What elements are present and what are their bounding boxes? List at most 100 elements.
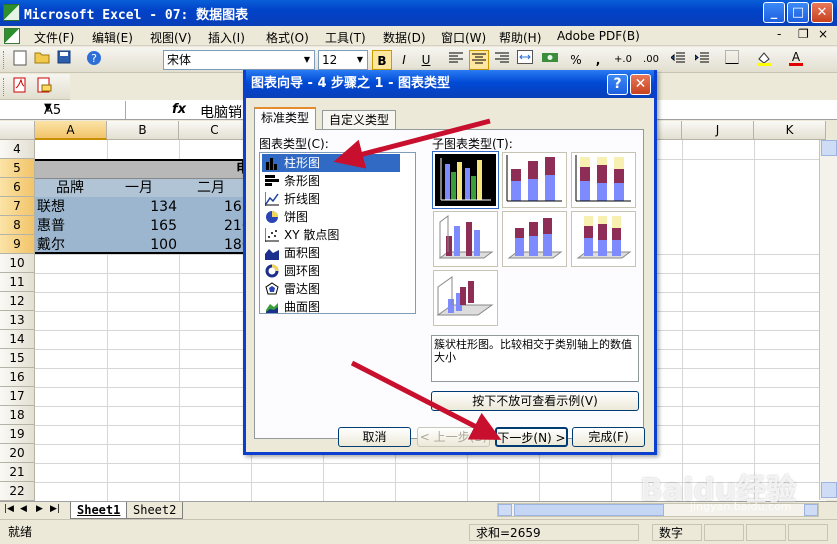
list-scrollbar[interactable]: ▲ ▼ [415, 154, 416, 312]
row-header[interactable]: 12 [0, 292, 35, 311]
font-name-select[interactable]: 宋体 ▼ [163, 50, 315, 70]
doc-close-button[interactable]: × [818, 27, 828, 41]
font-color-icon[interactable]: A [786, 50, 806, 70]
next-button[interactable]: 下一步(N) > [495, 427, 568, 447]
menu-adobe-pdf[interactable]: Adobe PDF(B) [557, 29, 640, 43]
cell-a9[interactable]: 戴尔 [37, 236, 105, 254]
list-item-column[interactable]: 柱形图 [262, 154, 400, 172]
cell-a6[interactable]: 品牌 [56, 179, 106, 197]
row-header[interactable]: 21 [0, 463, 35, 482]
currency-icon[interactable] [540, 50, 560, 70]
decrease-decimal-button[interactable]: .00 [638, 50, 664, 70]
pdf-email-icon[interactable] [34, 77, 54, 97]
row-header[interactable]: 4 [0, 140, 35, 159]
subtype-clustered-column[interactable] [432, 151, 499, 209]
subtype-stacked-column[interactable] [502, 152, 567, 208]
tab-custom-types[interactable]: 自定义类型 [322, 110, 397, 129]
column-header-c[interactable]: C [179, 121, 251, 140]
chevron-down-icon[interactable]: ▼ [300, 51, 314, 69]
list-item-line[interactable]: 折线图 [262, 190, 400, 208]
convert-to-pdf-icon[interactable] [10, 77, 30, 97]
column-header-b[interactable]: B [107, 121, 179, 140]
cancel-button[interactable]: 取消 [338, 427, 411, 447]
workbook-icon[interactable] [4, 28, 20, 44]
row-header[interactable]: 11 [0, 273, 35, 292]
scroll-down-icon[interactable] [821, 482, 837, 498]
fill-color-icon[interactable] [754, 50, 774, 70]
merge-center-icon[interactable] [515, 50, 535, 70]
finish-button[interactable]: 完成(F) [572, 427, 645, 447]
comma-style-button[interactable]: , [588, 50, 608, 70]
open-folder-icon[interactable] [32, 50, 52, 70]
next-sheet-icon[interactable]: ▶ [36, 504, 43, 514]
list-item-surface[interactable]: 曲面图 [262, 298, 400, 313]
first-sheet-icon[interactable]: |◀ [4, 504, 14, 514]
toolbar-grip[interactable] [3, 51, 6, 69]
increase-decimal-button[interactable]: +.0 [610, 50, 636, 70]
menu-tools[interactable]: 工具(T) [325, 29, 366, 46]
row-header[interactable]: 7 [0, 197, 35, 216]
save-icon[interactable] [54, 50, 74, 70]
scroll-left-icon[interactable] [498, 504, 512, 516]
italic-button[interactable]: I [394, 50, 414, 70]
doc-minimize-button[interactable]: - [777, 27, 781, 41]
tab-standard-types[interactable]: 标准类型 [254, 107, 317, 130]
title-row-range[interactable] [35, 159, 251, 178]
row-header[interactable]: 18 [0, 406, 35, 425]
preview-sample-button[interactable]: 按下不放可查看示例(V) [431, 391, 639, 411]
prev-sheet-icon[interactable]: ◀ [20, 504, 27, 514]
dialog-close-button[interactable]: ✕ [630, 74, 651, 95]
cell-b9[interactable]: 100 [108, 236, 177, 254]
sheet-tab-sheet1[interactable]: Sheet1 [70, 502, 128, 519]
row-header[interactable]: 15 [0, 349, 35, 368]
insert-function-icon[interactable]: fx [172, 102, 186, 117]
font-size-select[interactable]: 12 ▼ [318, 50, 368, 70]
menu-help[interactable]: 帮助(H) [499, 29, 541, 46]
maximize-button[interactable]: □ [787, 2, 809, 23]
scroll-up-icon[interactable] [821, 140, 837, 156]
dialog-title-bar[interactable]: 图表向导 - 4 步骤之 1 - 图表类型 ? ✕ [246, 70, 654, 98]
subtype-100-stacked-column[interactable] [571, 152, 636, 208]
increase-indent-icon[interactable] [692, 50, 712, 70]
cell-a7[interactable]: 联想 [37, 198, 105, 216]
row-header[interactable]: 5 [0, 159, 35, 178]
bold-button[interactable]: B [372, 50, 392, 70]
subtype-3d-stacked-column[interactable] [502, 211, 567, 267]
align-center-icon[interactable] [469, 50, 489, 70]
row-header[interactable]: 9 [0, 235, 35, 254]
chevron-down-icon[interactable]: ▼ [353, 51, 367, 69]
subtype-3d-column[interactable] [433, 270, 498, 326]
menu-insert[interactable]: 插入(I) [208, 29, 245, 46]
row-header[interactable]: 6 [0, 178, 35, 197]
row-header[interactable]: 8 [0, 216, 35, 235]
column-header-a[interactable]: A [35, 121, 107, 140]
menu-view[interactable]: 视图(V) [150, 29, 192, 46]
align-right-icon[interactable] [492, 50, 512, 70]
list-item-scatter[interactable]: XY 散点图 [262, 226, 400, 244]
scroll-right-icon[interactable] [804, 504, 818, 516]
subtype-3d-100-stacked-column[interactable] [571, 211, 636, 267]
list-item-area[interactable]: 面积图 [262, 244, 400, 262]
underline-button[interactable]: U [416, 50, 436, 70]
name-box[interactable]: A5 ▼ [0, 101, 126, 119]
new-document-icon[interactable] [10, 50, 30, 70]
row-header[interactable]: 14 [0, 330, 35, 349]
row-header[interactable]: 10 [0, 254, 35, 273]
menu-file[interactable]: 文件(F) [34, 29, 74, 46]
doc-restore-button[interactable]: ❐ [798, 27, 809, 41]
row-header[interactable]: 19 [0, 425, 35, 444]
menu-window[interactable]: 窗口(W) [441, 29, 486, 46]
list-item-radar[interactable]: 雷达图 [262, 280, 400, 298]
toolbar-grip[interactable] [3, 78, 6, 96]
cell-b7[interactable]: 134 [108, 198, 177, 216]
select-all-corner[interactable] [0, 121, 35, 140]
excel-app-icon[interactable] [3, 4, 20, 21]
chevron-down-icon[interactable]: ▼ [44, 102, 119, 113]
sheet-tab-sheet2[interactable]: Sheet2 [126, 502, 184, 519]
help-icon[interactable]: ? [84, 50, 104, 70]
menu-edit[interactable]: 编辑(E) [92, 29, 133, 46]
row-header[interactable]: 13 [0, 311, 35, 330]
borders-icon[interactable] [722, 50, 742, 70]
menu-data[interactable]: 数据(D) [383, 29, 426, 46]
last-sheet-icon[interactable]: ▶| [50, 504, 60, 514]
